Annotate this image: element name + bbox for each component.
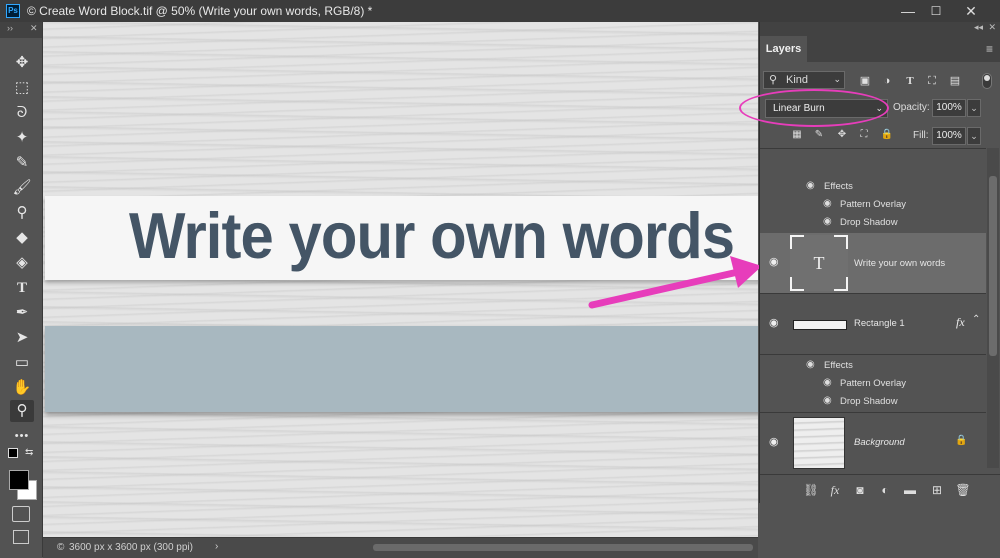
layer-filter-row: ⚲ Kind ⌄ ▣ ◑ T ⛶ ▤ [763, 70, 999, 92]
lock-position-icon[interactable]: ✥ [835, 128, 849, 142]
lock-row: ▦ ✎ ✥ ⛶ 🔒 Fill: 100% ⌄ [760, 126, 1000, 146]
pattern-overlay-label: Pattern Overlay [840, 199, 906, 210]
lock-artboard-icon[interactable]: ⛶ [857, 128, 871, 142]
type-layer-icon: T [813, 253, 825, 273]
layer-rectangle-1[interactable]: ◉ Rectangle 1 fx ⌃ [760, 294, 986, 355]
panel-dock-header: ◂◂ ✕ [760, 22, 1000, 36]
filter-toggle-switch[interactable] [982, 73, 992, 89]
fill-input[interactable]: 100% [932, 127, 966, 145]
layers-bottom-bar: ⛓ fx ◙ ◐ ▬ ⊞ 🗑 [760, 474, 1000, 504]
search-icon: ⚲ [769, 74, 778, 86]
fill-label: Fill: [913, 130, 929, 141]
opacity-input[interactable]: 100% [932, 99, 966, 117]
eye-icon[interactable]: ◉ [823, 377, 832, 388]
eye-icon[interactable]: ◉ [823, 198, 832, 209]
status-bar: © 3600 px x 3600 px (300 ppi) › [43, 537, 758, 558]
lock-icon: 🔒 [955, 435, 968, 446]
blend-mode-value: Linear Burn [773, 103, 825, 114]
filter-kind-label: Kind [786, 74, 809, 86]
effects-label: Effects [824, 181, 853, 192]
new-layer-icon[interactable]: ⊞ [928, 481, 946, 499]
chevron-up-icon[interactable]: ⌃ [972, 314, 980, 325]
document-size-info[interactable]: 3600 px x 3600 px (300 ppi) [69, 542, 193, 553]
drop-shadow-label: Drop Shadow [840, 217, 898, 228]
text-layer-thumbnail: T [790, 235, 848, 291]
filter-shape-icon[interactable]: ⛶ [923, 72, 941, 90]
filter-smart-object-icon[interactable]: ▤ [946, 72, 964, 90]
fx-icon[interactable]: fx [956, 315, 965, 330]
effects-label: Effects [824, 360, 853, 371]
opacity-dropdown-icon[interactable]: ⌄ [967, 99, 981, 117]
lock-all-icon[interactable]: 🔒 [880, 128, 894, 142]
chevron-down-icon: ⌄ [875, 103, 883, 113]
drop-shadow-row[interactable]: ◉ Drop Shadow [760, 214, 986, 232]
status-copyright: © [57, 542, 65, 553]
layer-write-your-own-words[interactable]: ◉ T Write your own words [760, 233, 986, 294]
filter-kind-select[interactable]: ⚲ Kind ⌄ [763, 71, 845, 89]
lock-transparent-icon[interactable]: ▦ [790, 128, 804, 142]
close-panel-icon[interactable]: ✕ [988, 22, 996, 33]
eye-icon[interactable]: ◉ [769, 435, 779, 448]
layers-list: ◉ Effects ◉ Pattern Overlay ◉ Drop Shado… [760, 148, 986, 469]
background-layer-thumbnail [793, 417, 845, 469]
new-adjustment-icon[interactable]: ◐ [876, 481, 894, 499]
drop-shadow-label: Drop Shadow [840, 396, 898, 407]
chevron-down-icon: ⌄ [833, 74, 841, 84]
filter-type-icon[interactable]: T [901, 72, 919, 90]
blend-mode-select[interactable]: Linear Burn ⌄ [765, 99, 888, 118]
new-group-icon[interactable]: ▬ [901, 481, 919, 499]
layer-name[interactable]: Background [854, 437, 905, 448]
link-layers-icon[interactable]: ⛓ [802, 481, 820, 499]
panel-menu-icon[interactable]: ≡ [986, 42, 993, 56]
pattern-overlay-label: Pattern Overlay [840, 378, 906, 389]
eye-icon[interactable]: ◉ [823, 395, 832, 406]
collapse-panel-icon[interactable]: ◂◂ [974, 22, 983, 33]
rectangle-layer-thumbnail [793, 320, 847, 330]
layer-name[interactable]: Rectangle 1 [854, 318, 905, 329]
eye-icon[interactable]: ◉ [769, 316, 779, 329]
effects-row[interactable]: ◉ Effects [760, 357, 986, 375]
tab-layers[interactable]: Layers [760, 36, 807, 62]
add-style-icon[interactable]: fx [826, 481, 844, 499]
opacity-label: Opacity: [893, 102, 930, 113]
eye-icon[interactable]: ◉ [823, 216, 832, 227]
panel-tab-bar: Layers ≡ [760, 36, 1000, 62]
pattern-overlay-row[interactable]: ◉ Pattern Overlay [760, 196, 986, 214]
layer-background[interactable]: ◉ Background 🔒 [760, 412, 986, 469]
filter-adjustment-icon[interactable]: ◑ [878, 72, 896, 90]
status-chevron-icon[interactable]: › [215, 541, 218, 552]
horizontal-scrollbar[interactable] [373, 544, 753, 551]
layer-name[interactable]: Write your own words [854, 258, 945, 269]
lock-image-icon[interactable]: ✎ [812, 128, 826, 142]
filter-pixel-icon[interactable]: ▣ [856, 72, 874, 90]
layers-vertical-scrollbar[interactable] [987, 148, 999, 468]
drop-shadow-row[interactable]: ◉ Drop Shadow [760, 393, 986, 411]
eye-icon[interactable]: ◉ [806, 180, 815, 191]
effects-row[interactable]: ◉ Effects [760, 178, 986, 196]
scroll-thumb[interactable] [989, 176, 997, 356]
layers-panel: ◂◂ ✕ Layers ≡ ⚲ Kind ⌄ ▣ ◑ T ⛶ ▤ Linear … [759, 22, 1000, 504]
fill-dropdown-icon[interactable]: ⌄ [967, 127, 981, 145]
add-mask-icon[interactable]: ◙ [851, 481, 869, 499]
eye-icon[interactable]: ◉ [806, 359, 815, 370]
eye-icon[interactable]: ◉ [769, 255, 779, 268]
pattern-overlay-row[interactable]: ◉ Pattern Overlay [760, 375, 986, 393]
delete-layer-icon[interactable]: 🗑 [954, 481, 972, 499]
